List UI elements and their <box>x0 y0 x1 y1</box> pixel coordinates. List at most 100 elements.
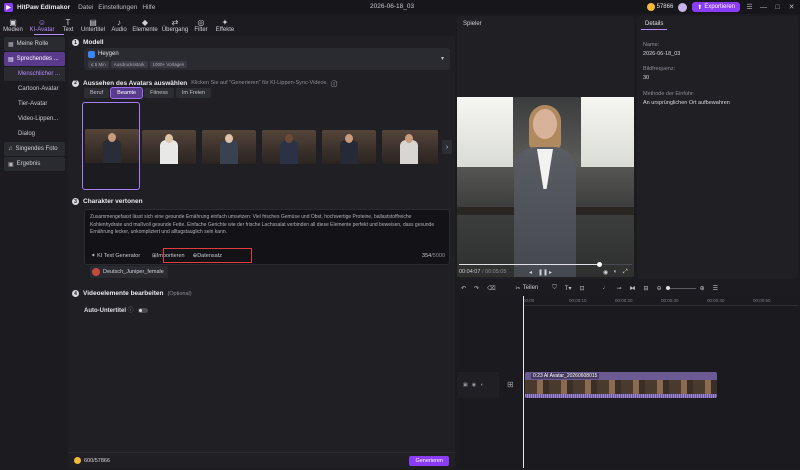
voice-selector[interactable]: Deutsch_Juniper_female <box>90 266 168 278</box>
avatar-thumbnail[interactable] <box>382 130 438 164</box>
undo-icon[interactable]: ↶ <box>461 285 466 292</box>
scrub-handle[interactable] <box>597 262 602 267</box>
tool-filter[interactable]: ◎ Filter <box>190 14 212 36</box>
ruler-tick: 00:00:40 <box>707 298 725 303</box>
transition-icon: ⇄ <box>171 17 179 27</box>
volume-icon[interactable]: ◖ <box>480 382 483 388</box>
model-section-title: 1 Modell <box>72 39 104 46</box>
close-icon[interactable]: ✕ <box>787 3 796 11</box>
ai-text-generator-button[interactable]: ✦ KI Text Generator <box>89 251 142 261</box>
track-header: ▣ ◉ ◖ <box>457 372 499 398</box>
link-icon[interactable]: ⊸ <box>617 285 622 292</box>
nav-sub-animal[interactable]: Tier-Avatar <box>4 97 65 111</box>
delete-icon[interactable]: ⌫ <box>487 285 495 292</box>
script-textarea[interactable]: Zusammengefasst lässt sich eine gesunde … <box>84 209 450 265</box>
split-icon[interactable]: ✂ <box>516 285 521 292</box>
main-toolbar: ▣ Medien ☺ KI-Avatar T Text ▤ Untertitel ♪ Au… <box>0 14 260 36</box>
tab-outdoor[interactable]: Im Freien <box>175 88 212 98</box>
script-text: Zusammengefasst lässt sich eine gesunde … <box>90 214 435 235</box>
nav-sub-dialog[interactable]: Dialog <box>4 127 65 141</box>
menu-help[interactable]: Hilfe <box>142 4 155 11</box>
effects-icon: ✦ <box>221 17 229 27</box>
audio-icon: ♪ <box>117 17 121 27</box>
export-button[interactable]: ⬆ Exportieren <box>692 2 740 12</box>
nav-sub-cartoon[interactable]: Cartoon-Avatar <box>4 82 65 96</box>
generate-button[interactable]: Generieren <box>409 456 449 466</box>
pause-icon[interactable]: ❚❚ <box>538 269 548 276</box>
ruler-tick: 00:00:30 <box>661 298 679 303</box>
timeline-clip[interactable]: 0:23 AI Avatar_20260608015 <box>525 372 717 398</box>
split-button[interactable]: Teilen <box>523 285 539 291</box>
menu-icon[interactable]: ☰ <box>745 3 754 11</box>
bottom-bar: 600/57866 Generieren <box>68 452 455 468</box>
nav-singing[interactable]: ♫ Singendes Foto <box>4 142 65 156</box>
split-audio-icon[interactable]: ⧓ <box>630 285 636 292</box>
camera-icon[interactable]: ◉ <box>603 269 608 276</box>
tool-effects[interactable]: ✦ Effekte <box>212 14 238 36</box>
microphone-icon[interactable]: ♩ <box>603 285 609 291</box>
ai-avatar-icon: ☺ <box>37 17 47 27</box>
ratio-icon[interactable]: ⊟ <box>644 285 649 292</box>
add-media-icon[interactable]: ⊞ <box>507 380 514 389</box>
ai-icon: ✦ <box>91 253 96 259</box>
fullscreen-icon[interactable]: ⤢ <box>623 269 628 276</box>
info-icon[interactable]: ⓘ <box>128 308 134 314</box>
redo-icon[interactable]: ↷ <box>474 285 479 292</box>
model-select[interactable]: Heygen ≤ 5 Min Ausdrucksstark 1000+ Vorl… <box>84 48 450 70</box>
time-display: 00:04:07 / 00:05:05 <box>459 269 507 275</box>
previous-frame-icon[interactable]: ◂ <box>529 269 532 276</box>
character-count: 354/5000 <box>422 253 445 259</box>
elements-icon: ◆ <box>141 17 149 27</box>
zoom-in-icon[interactable]: ⊕ <box>700 285 705 292</box>
avatar-thumbnail[interactable] <box>202 130 256 164</box>
minimize-icon[interactable]: — <box>759 4 768 11</box>
tool-media[interactable]: ▣ Medien <box>0 14 26 36</box>
left-nav: ▦ Meine Rolle ▤ Sprechendes ... Menschlich… <box>4 37 65 183</box>
auto-subtitle-toggle[interactable] <box>137 307 148 313</box>
tool-transition[interactable]: ⇄ Übergang <box>160 14 190 36</box>
nav-result[interactable]: ▣ Ergebnis <box>4 157 65 171</box>
avatar-thumbnail[interactable] <box>142 130 196 164</box>
next-frame-icon[interactable]: ▸ <box>549 269 552 276</box>
info-icon[interactable]: ⓘ <box>331 78 338 88</box>
zoom-out-icon[interactable]: ⊖ <box>657 285 662 292</box>
tab-details[interactable]: Details <box>641 19 668 30</box>
playhead[interactable] <box>523 296 524 468</box>
video-preview[interactable] <box>457 97 634 277</box>
tab-official[interactable]: Beamte <box>110 87 144 99</box>
detail-name-label: Name: <box>643 42 660 48</box>
credit-usage: 600/57866 <box>74 457 110 464</box>
menu-settings[interactable]: Einstellungen <box>98 4 137 11</box>
crop-icon[interactable]: ⊡ <box>579 285 584 292</box>
avatar-thumbnail[interactable] <box>262 130 316 164</box>
tool-ai-avatar[interactable]: ☺ KI-Avatar <box>26 14 58 36</box>
maximize-icon[interactable]: □ <box>773 4 782 11</box>
timeline-ruler[interactable]: 00:00 00:00:10 00:00:20 00:00:30 00:00:4… <box>523 298 798 306</box>
chevron-right-icon[interactable]: › <box>442 140 452 154</box>
volume-icon[interactable]: ◖ <box>613 269 617 275</box>
nav-sub-lipsync[interactable]: Video-Lippen... <box>4 112 65 126</box>
avatar-thumbnail[interactable] <box>322 130 376 164</box>
tab-fitness[interactable]: Fitness <box>144 88 174 98</box>
tab-job[interactable]: Beruf <box>84 88 110 98</box>
eye-icon[interactable]: ◉ <box>472 382 476 388</box>
avatar-thumbnail-selected[interactable] <box>82 102 140 190</box>
menu-file[interactable]: Datei <box>78 4 93 11</box>
shield-icon[interactable]: ⛉ <box>552 285 557 292</box>
settings-icon[interactable]: ☰ <box>713 285 718 292</box>
user-avatar[interactable] <box>678 2 688 12</box>
nav-sub-human[interactable]: Menschlicher ... <box>4 67 65 81</box>
player-title: Spieler <box>463 21 482 27</box>
nav-speaking[interactable]: ▤ Sprechendes ... <box>4 52 65 66</box>
zoom-slider[interactable] <box>665 285 696 290</box>
nav-my-roles[interactable]: ▦ Meine Rolle <box>4 37 65 51</box>
tool-text[interactable]: T Text <box>58 14 78 36</box>
export-icon: ⬆ <box>697 4 703 11</box>
tool-subtitle[interactable]: ▤ Untertitel <box>78 14 108 36</box>
category-tabs: Beruf Beamte Fitness Im Freien <box>84 87 212 99</box>
lock-icon[interactable]: ▣ <box>463 382 468 388</box>
tool-elements[interactable]: ◆ Elemente <box>130 14 160 36</box>
text-icon[interactable]: T▾ <box>565 285 572 292</box>
tool-audio[interactable]: ♪ Audio <box>108 14 130 36</box>
ruler-tick: 00:00:50 <box>753 298 771 303</box>
